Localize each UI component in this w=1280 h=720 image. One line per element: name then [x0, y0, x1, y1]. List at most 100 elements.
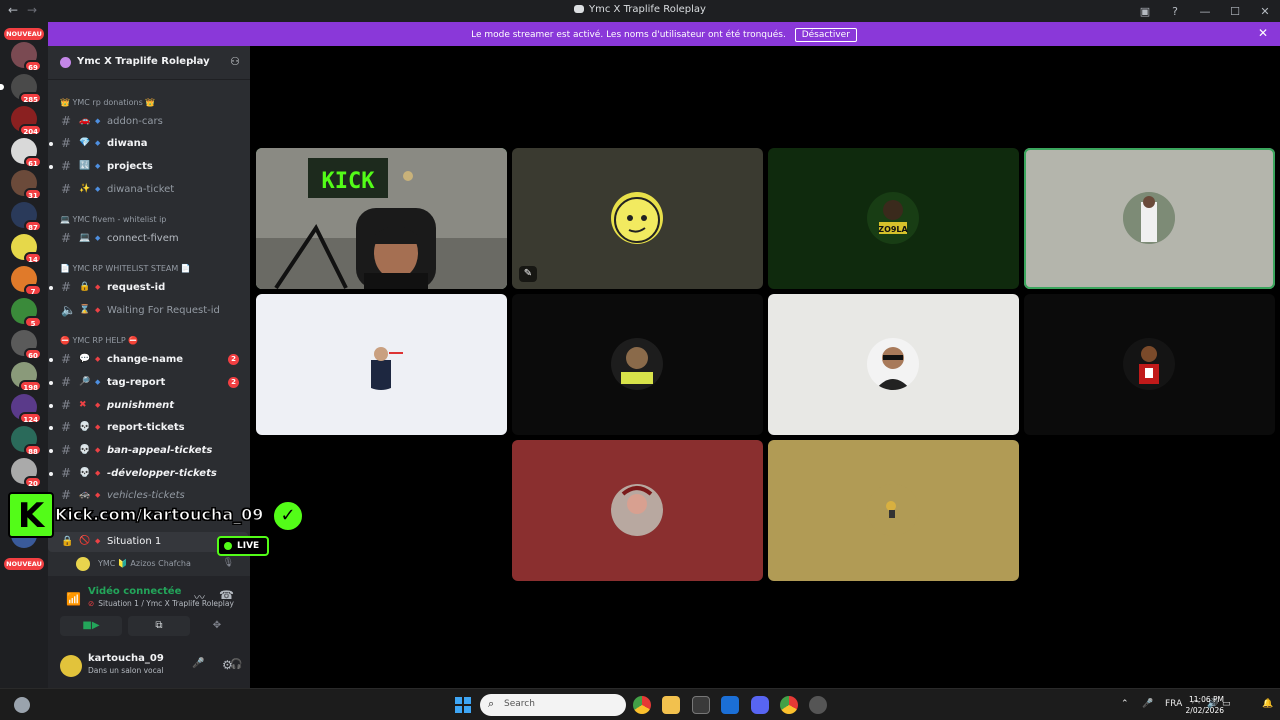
close-banner-icon[interactable]: ✕ — [1258, 26, 1268, 40]
mail-icon[interactable] — [721, 696, 739, 714]
store-icon[interactable] — [692, 696, 710, 714]
chrome-icon[interactable] — [633, 696, 651, 714]
microphone-icon[interactable]: 🎤 — [1142, 699, 1153, 709]
video-tile[interactable] — [512, 294, 763, 435]
app-icon[interactable] — [809, 696, 827, 714]
server-icon[interactable]: 5 — [11, 298, 42, 328]
server-icon[interactable]: 88 — [11, 426, 42, 456]
file-explorer-icon[interactable] — [662, 696, 680, 714]
minimize-button[interactable]: — — [1190, 5, 1220, 18]
channel-addon-cars[interactable]: # 🚗 ◆ addon-cars — [48, 112, 248, 132]
server-icon[interactable]: 31 — [11, 170, 42, 200]
kick-url: Kick.com/kartoucha_09 — [54, 505, 264, 525]
title-bar: ← → Ymc X Traplife Roleplay ▣ ? — ☐ ✕ — [0, 0, 1280, 22]
avatar: ZO9LA — [867, 192, 919, 244]
language-indicator[interactable]: FRA — [1165, 699, 1182, 709]
hash-icon: # — [61, 352, 72, 366]
video-tile[interactable]: ZO9LA — [768, 148, 1019, 289]
channel-tag-report[interactable]: # 🔎 ◆ tag-report 2 — [48, 373, 248, 393]
channel-diwana[interactable]: # 💎 ◆ diwana — [48, 134, 248, 154]
video-tile[interactable] — [1024, 148, 1275, 289]
avatar — [611, 192, 663, 244]
signal-icon[interactable]: 📶 — [66, 592, 81, 606]
activities-button[interactable]: ✥ — [196, 616, 238, 636]
kick-overlay: K Kick.com/kartoucha_09 ✓ LIVE — [8, 492, 308, 562]
maximize-button[interactable]: ☐ — [1220, 5, 1250, 18]
video-tile[interactable] — [256, 294, 507, 435]
notification-bell-icon[interactable]: 🔔 — [1262, 699, 1273, 709]
invite-user-icon[interactable]: ⚇ — [230, 55, 240, 68]
diamond-icon: ◆ — [95, 117, 101, 125]
channel-report-tickets[interactable]: # 💀 ◆ report-tickets — [48, 418, 248, 438]
disable-streamer-button[interactable]: Désactiver — [794, 28, 857, 42]
server-icon[interactable]: 69 — [11, 42, 42, 72]
clock[interactable]: 11:06 PM 2/02/2026 — [1186, 694, 1224, 716]
category-fivem[interactable]: 💻 YMC fivem - whitelist ip — [60, 215, 166, 224]
taskbar-search[interactable]: ⌕ Search — [480, 694, 626, 716]
windows-taskbar: ⌕ Search ⌃ 🎤 FRA ◠ 🔊 ▭ 11:06 PM 2/02/202… — [0, 688, 1280, 720]
server-icon[interactable]: 7 — [11, 266, 42, 296]
unread-dot — [49, 381, 53, 385]
server-icon[interactable]: 14 — [11, 234, 42, 264]
chrome-icon[interactable] — [780, 696, 798, 714]
avatar[interactable] — [60, 655, 82, 677]
avatar — [867, 484, 919, 536]
video-tile-webcam[interactable]: KICK — [256, 148, 507, 289]
chevron-up-icon[interactable]: ⌃ — [1121, 699, 1129, 709]
video-tile[interactable] — [768, 294, 1019, 435]
avatar — [355, 338, 407, 390]
channel-diwana-ticket[interactable]: # ✨ ◆ diwana-ticket — [48, 180, 248, 200]
settings-gear-icon[interactable]: ⚙ — [222, 658, 233, 672]
video-tile[interactable] — [768, 440, 1019, 581]
chevron-down-icon: ⌄ — [190, 55, 198, 65]
server-icon[interactable]: 285 — [0, 74, 42, 104]
discord-icon[interactable] — [751, 696, 769, 714]
server-icon[interactable]: 20 — [11, 458, 42, 488]
channel-projects[interactable]: # 🔣 ◆ projects — [48, 157, 248, 177]
diamond-icon: ◆ — [95, 306, 101, 314]
channel-developper[interactable]: # 💀 ◆ -développer-tickets — [48, 464, 248, 484]
username[interactable]: kartoucha_09 — [88, 653, 164, 664]
diamond-icon: ◆ — [95, 355, 101, 363]
category-donations[interactable]: 👑 YMC rp donations 👑 — [60, 98, 155, 107]
channel-request-id[interactable]: # 🔒 ◆ request-id — [48, 278, 248, 298]
microphone-icon[interactable]: 🎤 — [192, 658, 204, 669]
clock-time: 11:06 PM — [1189, 695, 1224, 704]
hash-icon: # — [61, 466, 72, 480]
channel-waiting-request[interactable]: 🔈 ⌛ ◆ Waiting For Request-id — [48, 301, 248, 321]
noise-suppression-icon[interactable]: 〰 — [194, 589, 205, 605]
channel-connect-fivem[interactable]: # 💻 ◆ connect-fivem — [48, 229, 248, 249]
server-icon[interactable]: 61 — [11, 138, 42, 168]
inbox-icon[interactable]: ▣ — [1130, 5, 1160, 18]
server-icon[interactable]: 198 — [11, 362, 42, 392]
category-whitelist-steam[interactable]: 📄 YMC RP WHITELIST STEAM 📄 — [60, 264, 191, 273]
unread-dot — [49, 449, 53, 453]
hash-icon: # — [61, 280, 72, 294]
channel-ban-appeal[interactable]: # 💀 ◆ ban-appeal-tickets — [48, 441, 248, 461]
hash-icon: # — [61, 420, 72, 434]
server-icon[interactable]: 60 — [11, 330, 42, 360]
close-window-button[interactable]: ✕ — [1250, 5, 1280, 18]
server-header[interactable]: Ymc X Traplife Roleplay ⌄ ⚇ — [48, 46, 250, 80]
server-icon[interactable]: 124 — [11, 394, 42, 424]
video-tile[interactable] — [1024, 294, 1275, 435]
channel-punishment[interactable]: # ✖ ◆ punishment — [48, 396, 248, 416]
disconnect-icon[interactable]: ☎ — [219, 588, 234, 602]
server-icon[interactable]: 204 — [11, 106, 42, 136]
camera-button[interactable]: ■▶ — [60, 616, 122, 636]
start-button[interactable] — [455, 697, 471, 713]
mention-badge: 2 — [228, 354, 239, 365]
car-icon: 🚗 — [79, 116, 91, 126]
screen-share-button[interactable]: ⧉ — [128, 616, 190, 636]
video-tile[interactable] — [512, 440, 763, 581]
server-icon[interactable]: 87 — [11, 202, 42, 232]
channel-change-name[interactable]: # 💬 ◆ change-name 2 — [48, 350, 248, 370]
category-help[interactable]: ⛔ YMC RP HELP ⛔ — [60, 336, 138, 345]
diamond-icon: ◆ — [95, 162, 101, 170]
unread-dot — [49, 286, 53, 290]
voice-status[interactable]: Vidéo connectée — [88, 586, 181, 597]
widgets-icon[interactable] — [14, 697, 30, 713]
video-tile[interactable]: ✎ — [512, 148, 763, 289]
hash-icon: # — [61, 159, 72, 173]
help-icon[interactable]: ? — [1160, 5, 1190, 18]
